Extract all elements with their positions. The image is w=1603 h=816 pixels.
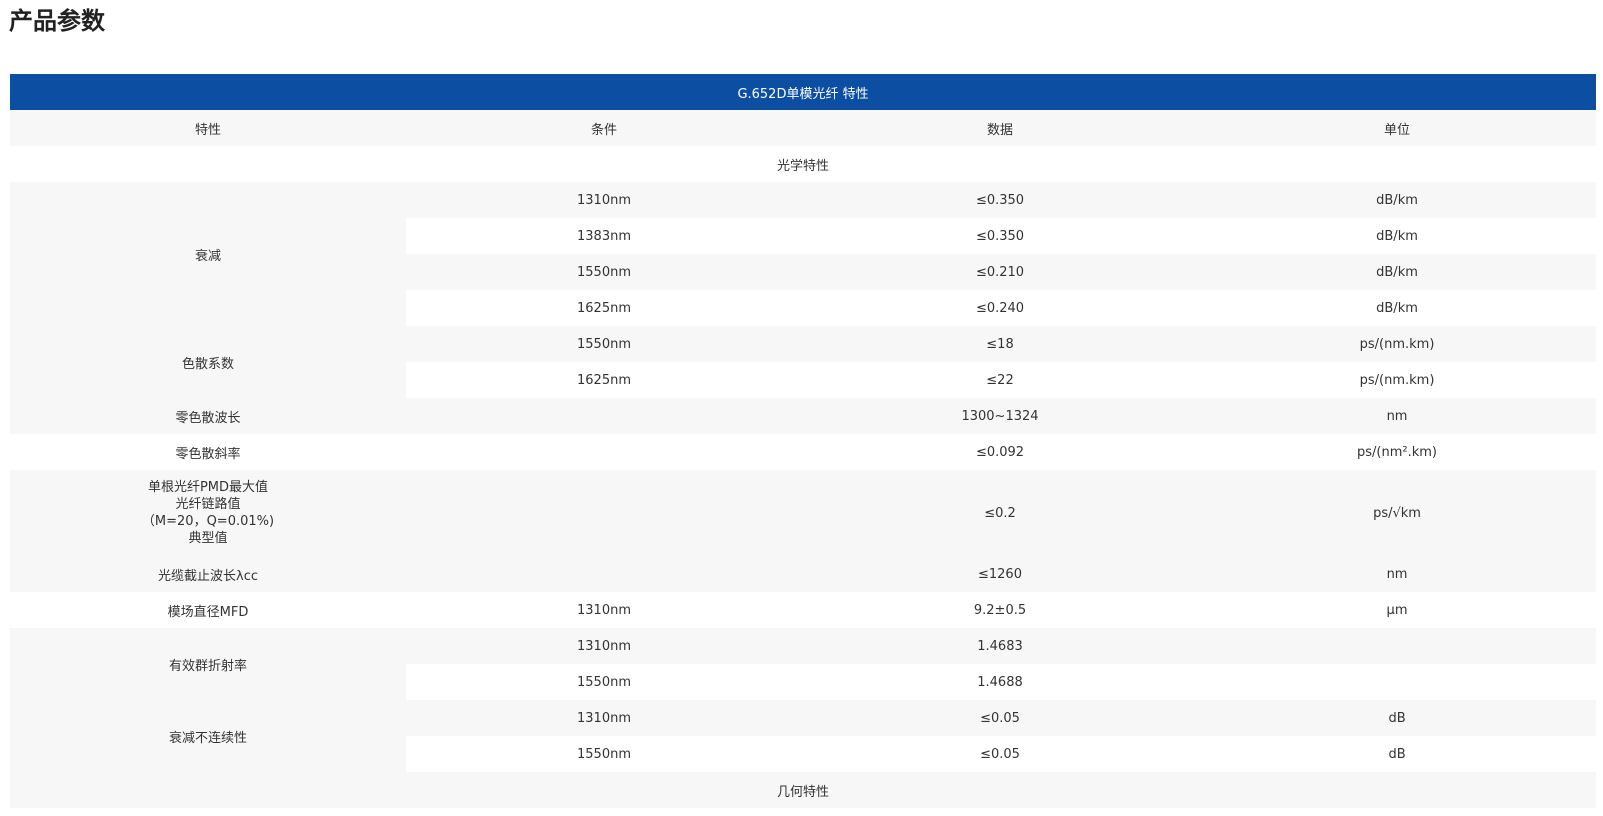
property-cutoff-wavelength: 光缆截止波长λcc bbox=[158, 568, 258, 584]
property-dispersion: 色散系数 bbox=[10, 326, 406, 398]
condition-cell: 1625nm bbox=[577, 372, 631, 388]
unit-cell: dB/km bbox=[1376, 228, 1418, 244]
data-cell: ≤22 bbox=[986, 372, 1014, 388]
unit-cell: dB/km bbox=[1376, 192, 1418, 208]
unit-cell bbox=[1198, 628, 1596, 664]
table-caption-row: G.652D单模光纤 特性 bbox=[10, 74, 1597, 110]
fiber-spec-table: G.652D单模光纤 特性 特性 条件 数据 单位 光学特性 衰减 1310nm… bbox=[10, 74, 1597, 808]
pmd-label-line: （M=20，Q=0.01%) bbox=[141, 514, 275, 529]
data-cell: ≤0.240 bbox=[975, 300, 1025, 316]
unit-cell: ps/(nm.km) bbox=[1359, 372, 1435, 388]
page-title: 产品参数 bbox=[9, 7, 105, 35]
column-header-data: 数据 bbox=[986, 122, 1013, 138]
table-row: 衰减不连续性 1310nm ≤0.05 dB bbox=[10, 700, 1597, 772]
data-cell: 1300~1324 bbox=[961, 408, 1039, 424]
data-cell: ≤0.092 bbox=[975, 444, 1025, 460]
section-row: 几何特性 bbox=[10, 772, 1597, 808]
pmd-label-line: 光纤链路值 bbox=[175, 497, 241, 512]
section-geometric: 几何特性 bbox=[777, 784, 830, 800]
table-row: 零色散斜率 ≤0.092 ps/(nm².km) bbox=[10, 434, 1597, 470]
unit-cell: ps/√km bbox=[1373, 505, 1421, 521]
table-row: 单根光纤PMD最大值 光纤链路值 （M=20，Q=0.01%) 典型值 ≤0.2… bbox=[10, 470, 1597, 556]
unit-cell: dB bbox=[1388, 710, 1406, 726]
data-cell: 1.4683 bbox=[977, 638, 1023, 654]
unit-cell: μm bbox=[1386, 602, 1408, 618]
column-header-property: 特性 bbox=[194, 122, 221, 138]
section-row: 光学特性 bbox=[10, 146, 1597, 182]
condition-cell: 1550nm bbox=[577, 264, 631, 280]
property-attenuation-discontinuity: 衰减不连续性 bbox=[10, 700, 406, 772]
data-cell: ≤18 bbox=[986, 336, 1014, 352]
table-row: 衰减 1310nm ≤0.350 dB/km bbox=[10, 182, 1597, 326]
table-row: 有效群折射率 1310nm 1.4683 bbox=[10, 628, 1597, 700]
data-cell: ≤0.350 bbox=[975, 192, 1025, 208]
condition-cell: 1310nm bbox=[577, 638, 631, 654]
property-group-index: 有效群折射率 bbox=[10, 628, 406, 700]
condition-cell: 1625nm bbox=[577, 300, 631, 316]
table-row: 色散系数 1550nm ≤18 ps/(nm.km) bbox=[10, 326, 1597, 398]
unit-cell: dB/km bbox=[1376, 264, 1418, 280]
pmd-label-line: 单根光纤PMD最大值 bbox=[147, 480, 269, 495]
unit-cell: dB bbox=[1388, 746, 1406, 762]
data-cell: 1.4688 bbox=[977, 674, 1023, 690]
condition-cell: 1310nm bbox=[577, 602, 631, 618]
unit-cell: ps/(nm.km) bbox=[1359, 336, 1435, 352]
condition-cell: 1550nm bbox=[577, 336, 631, 352]
property-mfd: 模场直径MFD bbox=[167, 604, 249, 620]
property-pmd: 单根光纤PMD最大值 光纤链路值 （M=20，Q=0.01%) 典型值 bbox=[10, 470, 406, 556]
data-cell: ≤1260 bbox=[978, 566, 1022, 582]
data-cell: ≤0.2 bbox=[984, 505, 1016, 521]
data-cell: 9.2±0.5 bbox=[973, 602, 1027, 618]
column-header-unit: 单位 bbox=[1384, 122, 1411, 138]
condition-cell: 1310nm bbox=[577, 192, 631, 208]
header-row: 特性 条件 数据 单位 bbox=[10, 110, 1597, 146]
data-cell: ≤0.05 bbox=[980, 710, 1020, 726]
condition-cell: 1310nm bbox=[577, 710, 631, 726]
table-caption: G.652D单模光纤 特性 bbox=[10, 74, 1597, 110]
condition-cell bbox=[406, 556, 802, 592]
condition-cell bbox=[406, 434, 802, 470]
unit-cell: ps/(nm².km) bbox=[1357, 444, 1438, 460]
table-row: 零色散波长 1300~1324 nm bbox=[10, 398, 1597, 434]
pmd-label-line: 典型值 bbox=[188, 531, 228, 546]
unit-cell: dB/km bbox=[1376, 300, 1418, 316]
condition-cell bbox=[406, 470, 802, 556]
property-attenuation: 衰减 bbox=[10, 182, 406, 326]
table-row: 光缆截止波长λcc ≤1260 nm bbox=[10, 556, 1597, 592]
unit-cell: nm bbox=[1386, 566, 1408, 582]
data-cell: ≤0.210 bbox=[975, 264, 1025, 280]
table-row: 模场直径MFD 1310nm 9.2±0.5 μm bbox=[10, 592, 1597, 628]
data-cell: ≤0.350 bbox=[975, 228, 1025, 244]
column-header-condition: 条件 bbox=[590, 122, 617, 138]
condition-cell: 1383nm bbox=[577, 228, 631, 244]
condition-cell: 1550nm bbox=[577, 746, 631, 762]
unit-cell bbox=[1198, 664, 1596, 700]
condition-cell bbox=[406, 398, 802, 434]
property-zero-dispersion-wavelength: 零色散波长 bbox=[175, 410, 241, 426]
condition-cell: 1550nm bbox=[577, 674, 631, 690]
data-cell: ≤0.05 bbox=[980, 746, 1020, 762]
property-zero-dispersion-slope: 零色散斜率 bbox=[175, 446, 241, 462]
section-optical: 光学特性 bbox=[777, 158, 830, 174]
unit-cell: nm bbox=[1386, 408, 1408, 424]
